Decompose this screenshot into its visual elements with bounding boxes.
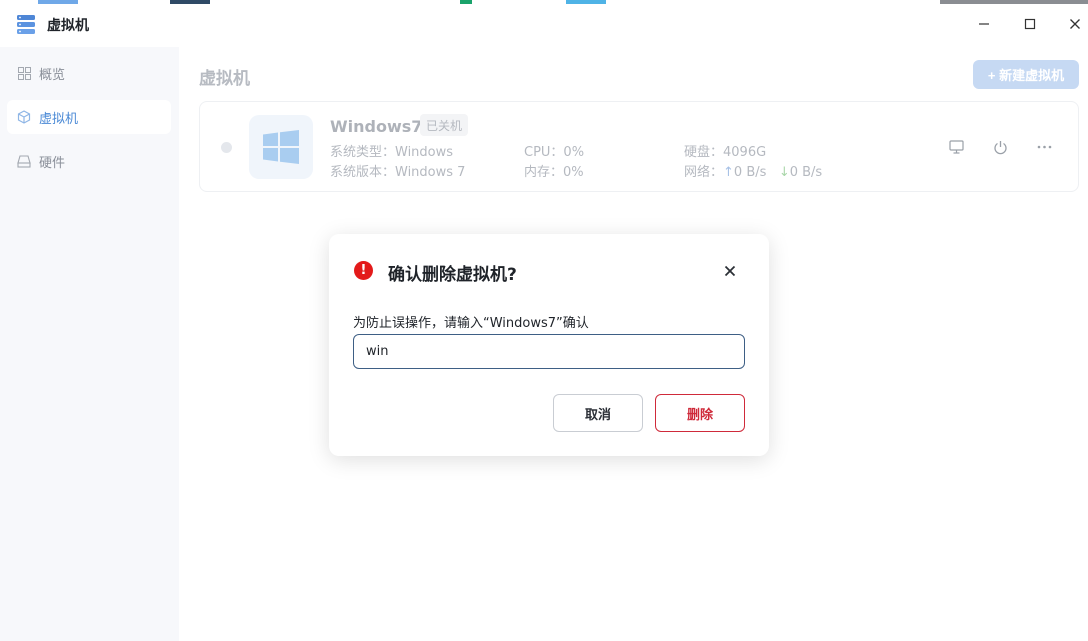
cancel-button[interactable]: 取消 [553,394,643,432]
warning-icon: ! [354,261,373,280]
confirm-name-input[interactable] [353,334,745,369]
delete-button[interactable]: 删除 [655,394,745,432]
dialog-message: 为防止误操作，请输入“Windows7”确认 [353,316,589,331]
delete-confirm-dialog: ! 确认删除虚拟机? 为防止误操作，请输入“Windows7”确认 取消 删除 [329,234,769,456]
dialog-title: 确认删除虚拟机? [388,265,517,285]
dialog-close-button[interactable] [721,262,739,280]
close-icon [724,265,736,277]
